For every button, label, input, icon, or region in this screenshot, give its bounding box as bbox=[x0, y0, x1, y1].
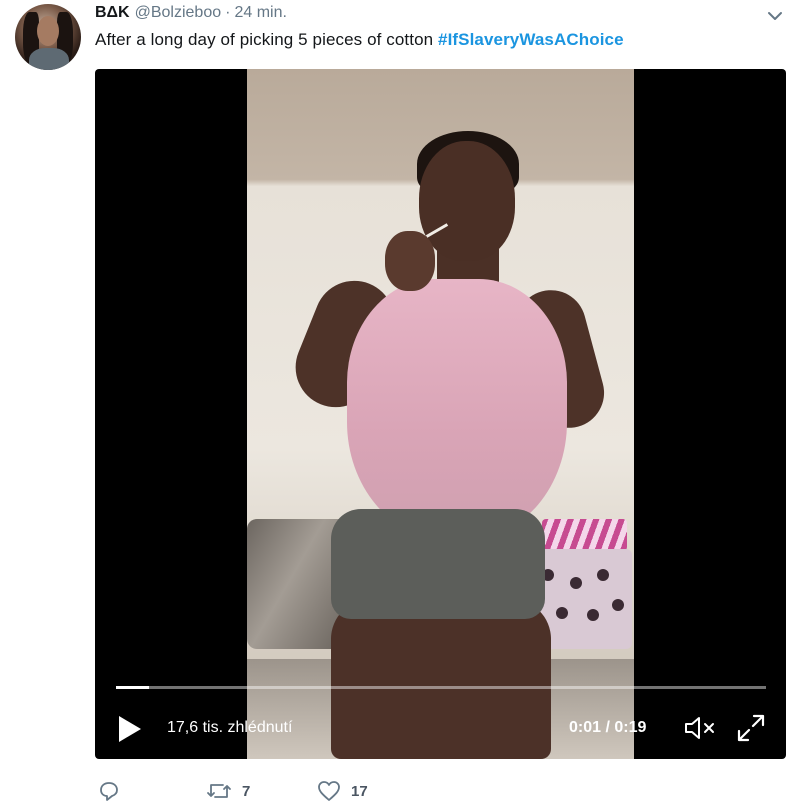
person-head bbox=[419, 141, 515, 261]
reply-icon bbox=[98, 780, 120, 802]
view-count: 17,6 tis. zhlédnutí bbox=[167, 719, 293, 736]
like-button[interactable]: 17 bbox=[317, 780, 368, 802]
video-player[interactable]: 17,6 tis. zhlédnutí 0:01 / 0:19 bbox=[95, 69, 786, 759]
fullscreen-icon[interactable] bbox=[735, 712, 767, 744]
reply-button[interactable] bbox=[98, 780, 130, 802]
avatar[interactable] bbox=[15, 4, 81, 70]
scene-striped-item bbox=[542, 519, 627, 551]
heart-icon bbox=[317, 780, 341, 802]
retweet-icon bbox=[206, 780, 232, 802]
person-shorts bbox=[331, 509, 545, 619]
person-hand bbox=[385, 231, 435, 291]
play-icon[interactable] bbox=[117, 714, 143, 744]
video-time: 0:01 / 0:19 bbox=[569, 719, 647, 736]
person-legs bbox=[331, 599, 551, 759]
person-pink-top bbox=[347, 279, 567, 539]
retweet-count: 7 bbox=[242, 782, 251, 800]
volume-muted-icon[interactable] bbox=[683, 714, 719, 742]
separator-dot: · bbox=[225, 4, 231, 21]
timestamp[interactable]: 24 min. bbox=[234, 4, 286, 22]
retweet-button[interactable]: 7 bbox=[206, 780, 250, 802]
like-count: 17 bbox=[351, 782, 368, 800]
tweet-header: BΔK @Bolzieboo · 24 min. bbox=[95, 4, 287, 24]
avatar-shirt bbox=[29, 48, 69, 70]
progress-fill bbox=[116, 686, 149, 689]
tweet-text: After a long day of picking 5 pieces of … bbox=[95, 30, 624, 50]
user-handle[interactable]: @Bolzieboo bbox=[135, 4, 222, 22]
hashtag-link[interactable]: #IfSlaveryWasAChoice bbox=[438, 30, 624, 49]
tweet-body: After a long day of picking 5 pieces of … bbox=[95, 30, 434, 49]
video-frame bbox=[247, 69, 634, 759]
display-name[interactable]: BΔK bbox=[95, 4, 130, 22]
chevron-down-icon[interactable] bbox=[765, 6, 785, 26]
progress-bar[interactable] bbox=[116, 686, 766, 689]
avatar-face bbox=[37, 16, 59, 46]
